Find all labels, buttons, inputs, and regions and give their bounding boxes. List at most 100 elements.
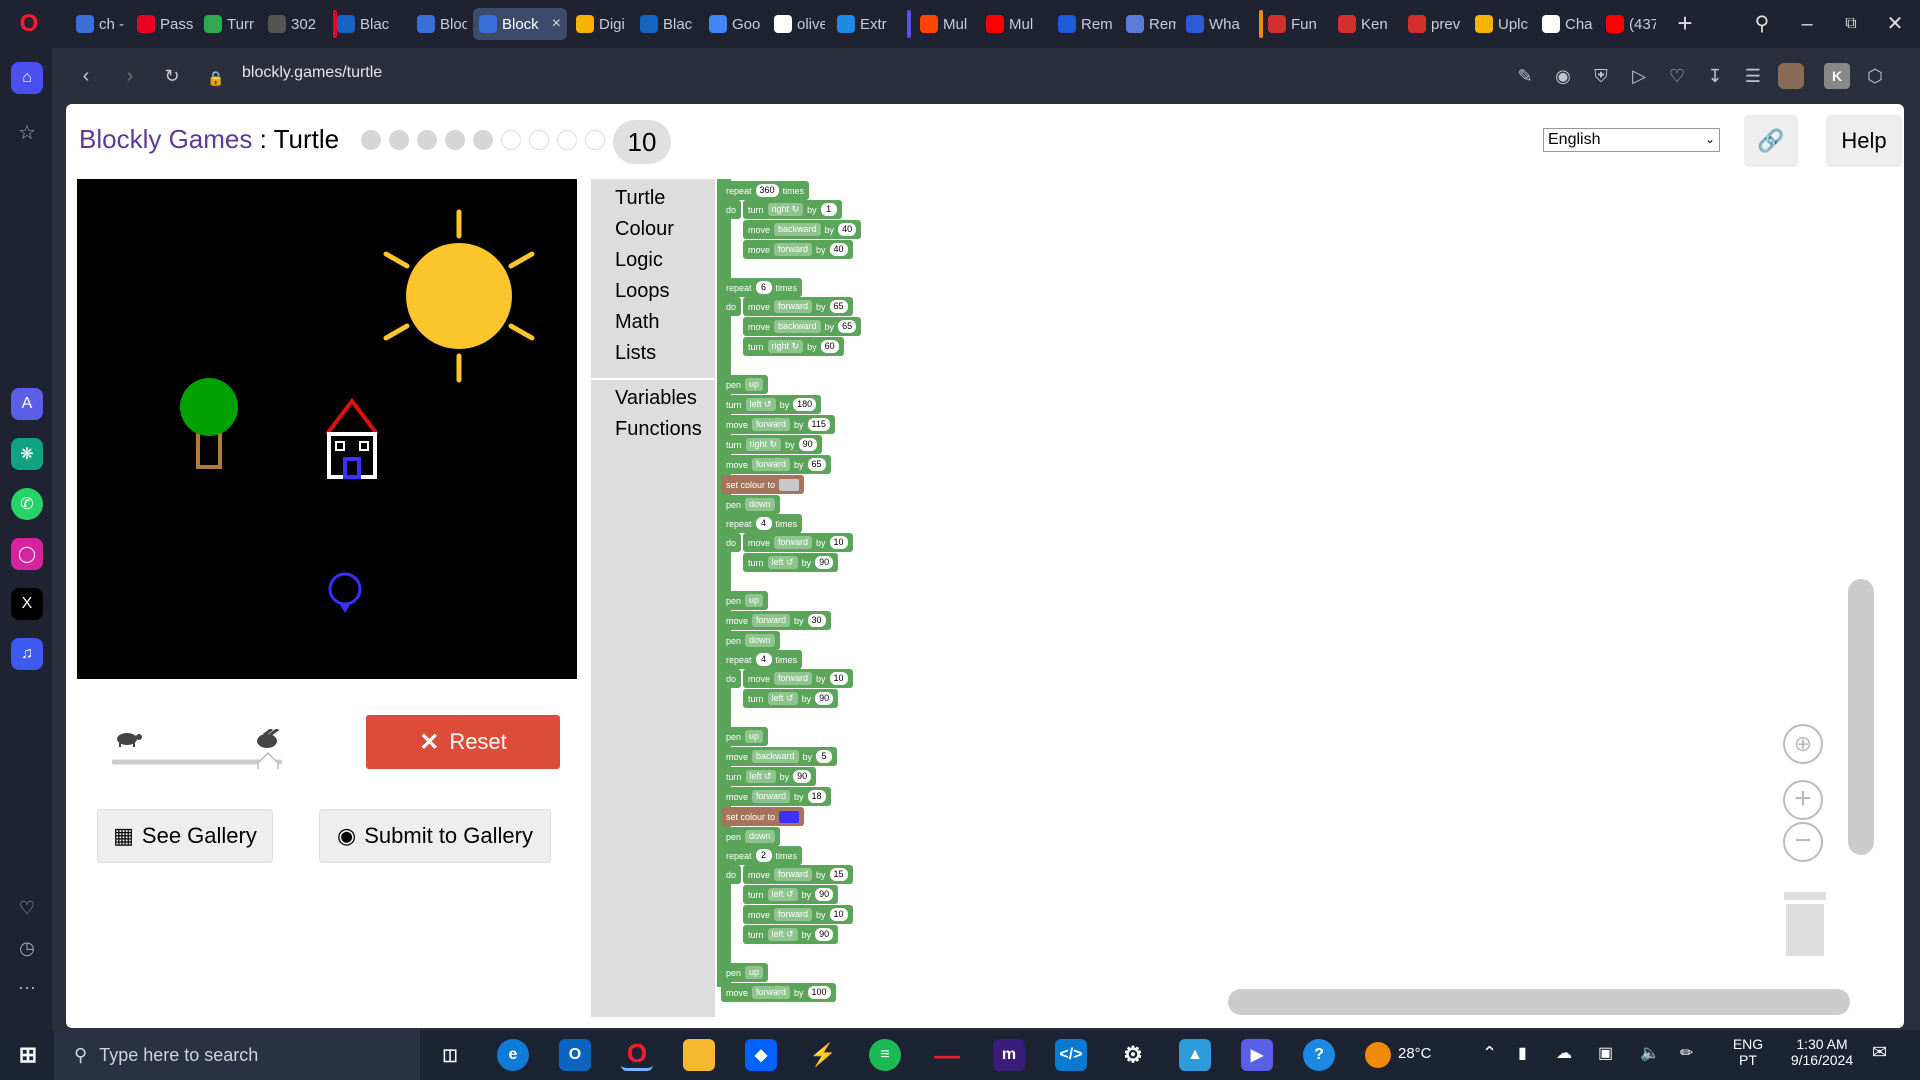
code-block[interactable]: pen up: [721, 963, 769, 982]
number-field[interactable]: 90: [798, 438, 817, 451]
code-block[interactable]: turn left ↺ by 90: [743, 925, 839, 944]
tab-group-indicator[interactable]: [907, 10, 911, 38]
code-block[interactable]: repeat 6 times: [721, 278, 803, 297]
chevron-up-icon[interactable]: ⌃: [1482, 1043, 1497, 1064]
block-dropdown[interactable]: left ↺: [745, 770, 776, 783]
code-block[interactable]: repeat 360 times: [721, 181, 810, 200]
level-dot-5[interactable]: [473, 130, 493, 150]
number-field[interactable]: 65: [807, 458, 826, 471]
opera-taskbar-icon[interactable]: O: [621, 1038, 653, 1071]
cloud-icon[interactable]: ☁: [1556, 1043, 1572, 1063]
code-block[interactable]: repeat 2 times: [721, 846, 803, 865]
browser-tab[interactable]: Extr: [831, 8, 909, 40]
notifications-icon[interactable]: ✉: [1872, 1042, 1887, 1063]
number-field[interactable]: 15: [829, 868, 848, 881]
settings-gear-icon[interactable]: ⚙: [1117, 1039, 1149, 1071]
block-dropdown[interactable]: left ↺: [767, 692, 798, 705]
block-dropdown[interactable]: down: [745, 830, 775, 843]
number-field[interactable]: 65: [829, 300, 848, 313]
code-block[interactable]: move backward by 65: [743, 317, 862, 336]
set-colour-block[interactable]: set colour to: [721, 807, 805, 826]
number-field[interactable]: 2: [755, 849, 772, 862]
recenter-icon[interactable]: ⊕: [1783, 724, 1823, 764]
tab-search-icon[interactable]: ⚲: [1747, 10, 1777, 40]
close-window-icon[interactable]: ✕: [1880, 10, 1910, 40]
code-block[interactable]: pen up: [721, 375, 769, 394]
star-icon[interactable]: ☆: [11, 116, 43, 148]
code-block[interactable]: turn right ↻ by 90: [721, 435, 822, 454]
browser-tab[interactable]: Rem: [1052, 8, 1114, 40]
reset-button[interactable]: ✕ Reset: [366, 715, 560, 769]
number-field[interactable]: 1: [820, 203, 837, 216]
vertical-scrollbar[interactable]: [1848, 579, 1874, 855]
code-block[interactable]: turn right ↻ by 60: [743, 337, 844, 356]
block-dropdown[interactable]: forward: [752, 790, 791, 803]
taskbar-search[interactable]: ⚲ Type here to search: [54, 1030, 420, 1080]
browser-tab[interactable]: Rem: [1120, 8, 1176, 40]
block-dropdown[interactable]: forward: [752, 986, 791, 999]
task-view-icon[interactable]: ◫: [434, 1039, 466, 1071]
number-field[interactable]: 100: [807, 986, 831, 999]
block-dropdown[interactable]: down: [745, 498, 775, 511]
number-field[interactable]: 90: [815, 556, 834, 569]
forward-icon[interactable]: ›: [116, 62, 144, 90]
tab-group-indicator[interactable]: [1259, 10, 1263, 38]
category-colour[interactable]: Colour: [615, 218, 674, 241]
level-dot-1[interactable]: [361, 130, 381, 150]
number-field[interactable]: 30: [807, 614, 826, 627]
category-turtle[interactable]: Turtle: [615, 187, 665, 210]
aria-icon[interactable]: A: [11, 388, 43, 420]
extensions-cube-icon[interactable]: ⬡: [1862, 63, 1888, 89]
reload-icon[interactable]: ↻: [158, 62, 186, 90]
number-field[interactable]: 180: [793, 398, 817, 411]
number-field[interactable]: 18: [807, 790, 826, 803]
minimize-icon[interactable]: –: [1792, 10, 1822, 40]
code-block[interactable]: turn left ↺ by 180: [721, 395, 822, 414]
number-field[interactable]: 4: [755, 653, 772, 666]
code-block[interactable]: do: [721, 669, 742, 688]
number-field[interactable]: 10: [829, 908, 848, 921]
set-colour-block[interactable]: set colour to: [721, 475, 805, 494]
code-block[interactable]: move forward by 100: [721, 983, 836, 1002]
code-block[interactable]: turn left ↺ by 90: [743, 885, 839, 904]
code-block[interactable]: move forward by 40: [743, 240, 853, 259]
browser-tab[interactable]: Uplc: [1469, 8, 1530, 40]
link-button[interactable]: 🔗: [1744, 115, 1798, 167]
code-block[interactable]: do: [721, 865, 742, 884]
code-block[interactable]: move backward by 5: [721, 747, 838, 766]
category-math[interactable]: Math: [615, 311, 659, 334]
menu-icon[interactable]: ☰: [1740, 63, 1766, 89]
code-block[interactable]: do: [721, 200, 742, 219]
video-app-icon[interactable]: ▶: [1241, 1039, 1273, 1071]
category-logic[interactable]: Logic: [615, 249, 663, 272]
horizontal-scrollbar[interactable]: [1228, 989, 1850, 1015]
code-block[interactable]: turn left ↺ by 90: [743, 689, 839, 708]
code-block[interactable]: move backward by 40: [743, 220, 862, 239]
chatgpt-icon[interactable]: ❋: [11, 438, 43, 470]
weather-temp[interactable]: 28°C: [1398, 1045, 1432, 1062]
spotify-icon[interactable]: ≡: [869, 1039, 901, 1071]
heart-icon[interactable]: ♡: [11, 892, 43, 924]
number-field[interactable]: 65: [838, 320, 857, 333]
dropbox-icon[interactable]: ◆: [745, 1039, 777, 1071]
browser-tab[interactable]: ch -: [70, 8, 126, 40]
block-dropdown[interactable]: forward: [752, 418, 791, 431]
browser-tab[interactable]: Blac: [331, 8, 403, 40]
code-block[interactable]: move forward by 18: [721, 787, 831, 806]
colour-swatch[interactable]: [779, 810, 800, 823]
number-field[interactable]: 10: [829, 672, 848, 685]
block-dropdown[interactable]: up: [745, 730, 764, 743]
level-dot-6[interactable]: [501, 130, 521, 150]
back-icon[interactable]: ‹: [72, 62, 100, 90]
level-dot-8[interactable]: [557, 130, 577, 150]
code-block[interactable]: do: [721, 297, 742, 316]
browser-tab[interactable]: Pass: [131, 8, 193, 40]
category-loops[interactable]: Loops: [615, 280, 670, 303]
block-dropdown[interactable]: down: [745, 634, 775, 647]
help-question-icon[interactable]: ?: [1303, 1039, 1335, 1071]
code-block[interactable]: move forward by 10: [743, 533, 853, 552]
close-tab-icon[interactable]: ×: [552, 15, 561, 33]
code-block[interactable]: pen up: [721, 727, 769, 746]
zoom-in-icon[interactable]: +: [1783, 780, 1823, 820]
profile-avatar[interactable]: [1778, 63, 1804, 89]
